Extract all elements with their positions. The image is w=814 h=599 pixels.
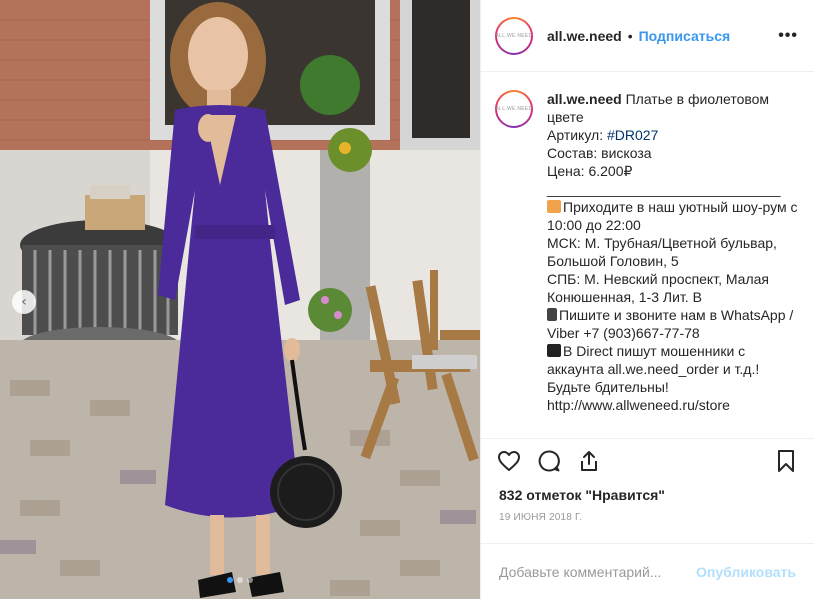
black-square-icon — [547, 344, 561, 357]
header-username[interactable]: all.we.need — [547, 28, 622, 44]
caption-contact: Пишите и звоните нам в WhatsApp / Viber … — [547, 307, 794, 341]
chevron-left-icon: ‹ — [21, 294, 27, 310]
caption-composition: Состав: вискоза — [547, 145, 652, 161]
caption-divider: ______________________________ — [547, 181, 781, 197]
caption-msk-address: МСК: М. Трубная/Цветной бульвар, Большой… — [547, 235, 777, 269]
carousel-prev-button[interactable]: ‹ — [12, 290, 36, 314]
action-bar — [481, 438, 814, 482]
bookmark-icon[interactable] — [772, 447, 800, 475]
carousel-dot — [247, 577, 253, 583]
follow-button[interactable]: Подписаться — [639, 28, 731, 44]
post-panel: ALL.WE.NEED all.we.need • Подписаться ••… — [480, 0, 814, 599]
hashtag-link[interactable]: #DR027 — [607, 127, 658, 143]
more-options-icon[interactable]: ••• — [778, 27, 798, 44]
carousel-dot — [227, 577, 233, 583]
caption-showroom: Приходите в наш уютный шоу-рум с 10:00 д… — [547, 199, 798, 233]
avatar-logo-text: ALL.WE.NEED — [495, 32, 533, 39]
likes-count[interactable]: 832 отметок "Нравится" — [481, 482, 814, 506]
add-comment-bar: Опубликовать — [481, 543, 814, 599]
comment-input[interactable] — [499, 563, 697, 580]
avatar[interactable]: ALL.WE.NEED — [495, 16, 533, 55]
photo-illustration — [0, 0, 480, 599]
heart-icon[interactable] — [495, 447, 523, 475]
comment-icon[interactable] — [535, 447, 563, 475]
publish-button[interactable]: Опубликовать — [696, 564, 796, 580]
separator-bullet: • — [627, 27, 633, 44]
post-header: ALL.WE.NEED all.we.need • Подписаться ••… — [481, 0, 814, 72]
comments-area: ALL.WE.NEED all.we.need Платье в фиолето… — [481, 72, 814, 438]
carousel-indicator — [0, 577, 480, 583]
post-date: 19 ИЮНЯ 2018 Г. — [499, 512, 583, 523]
caption-site-link: http://www.allweneed.ru/store — [547, 397, 730, 413]
post-caption: all.we.need Платье в фиолетовом цвете Ар… — [547, 90, 798, 438]
caption-warning: В Direct пишут мошенники с аккаунта all.… — [547, 343, 760, 395]
caption-avatar[interactable]: ALL.WE.NEED — [495, 90, 533, 128]
caption-price: Цена: 6.200₽ — [547, 163, 633, 179]
carousel-dot — [237, 577, 243, 583]
shopping-bag-icon — [547, 200, 561, 213]
post-photo[interactable]: ‹ — [0, 0, 480, 599]
mobile-phone-icon — [547, 308, 557, 321]
share-icon[interactable] — [575, 447, 603, 475]
avatar-logo-text: ALL.WE.NEED — [495, 106, 533, 112]
caption-sku-label: Артикул: — [547, 127, 607, 143]
caption-spb-address: СПБ: М. Невский проспект, Малая Конюшенн… — [547, 271, 769, 305]
caption-username[interactable]: all.we.need — [547, 91, 622, 107]
